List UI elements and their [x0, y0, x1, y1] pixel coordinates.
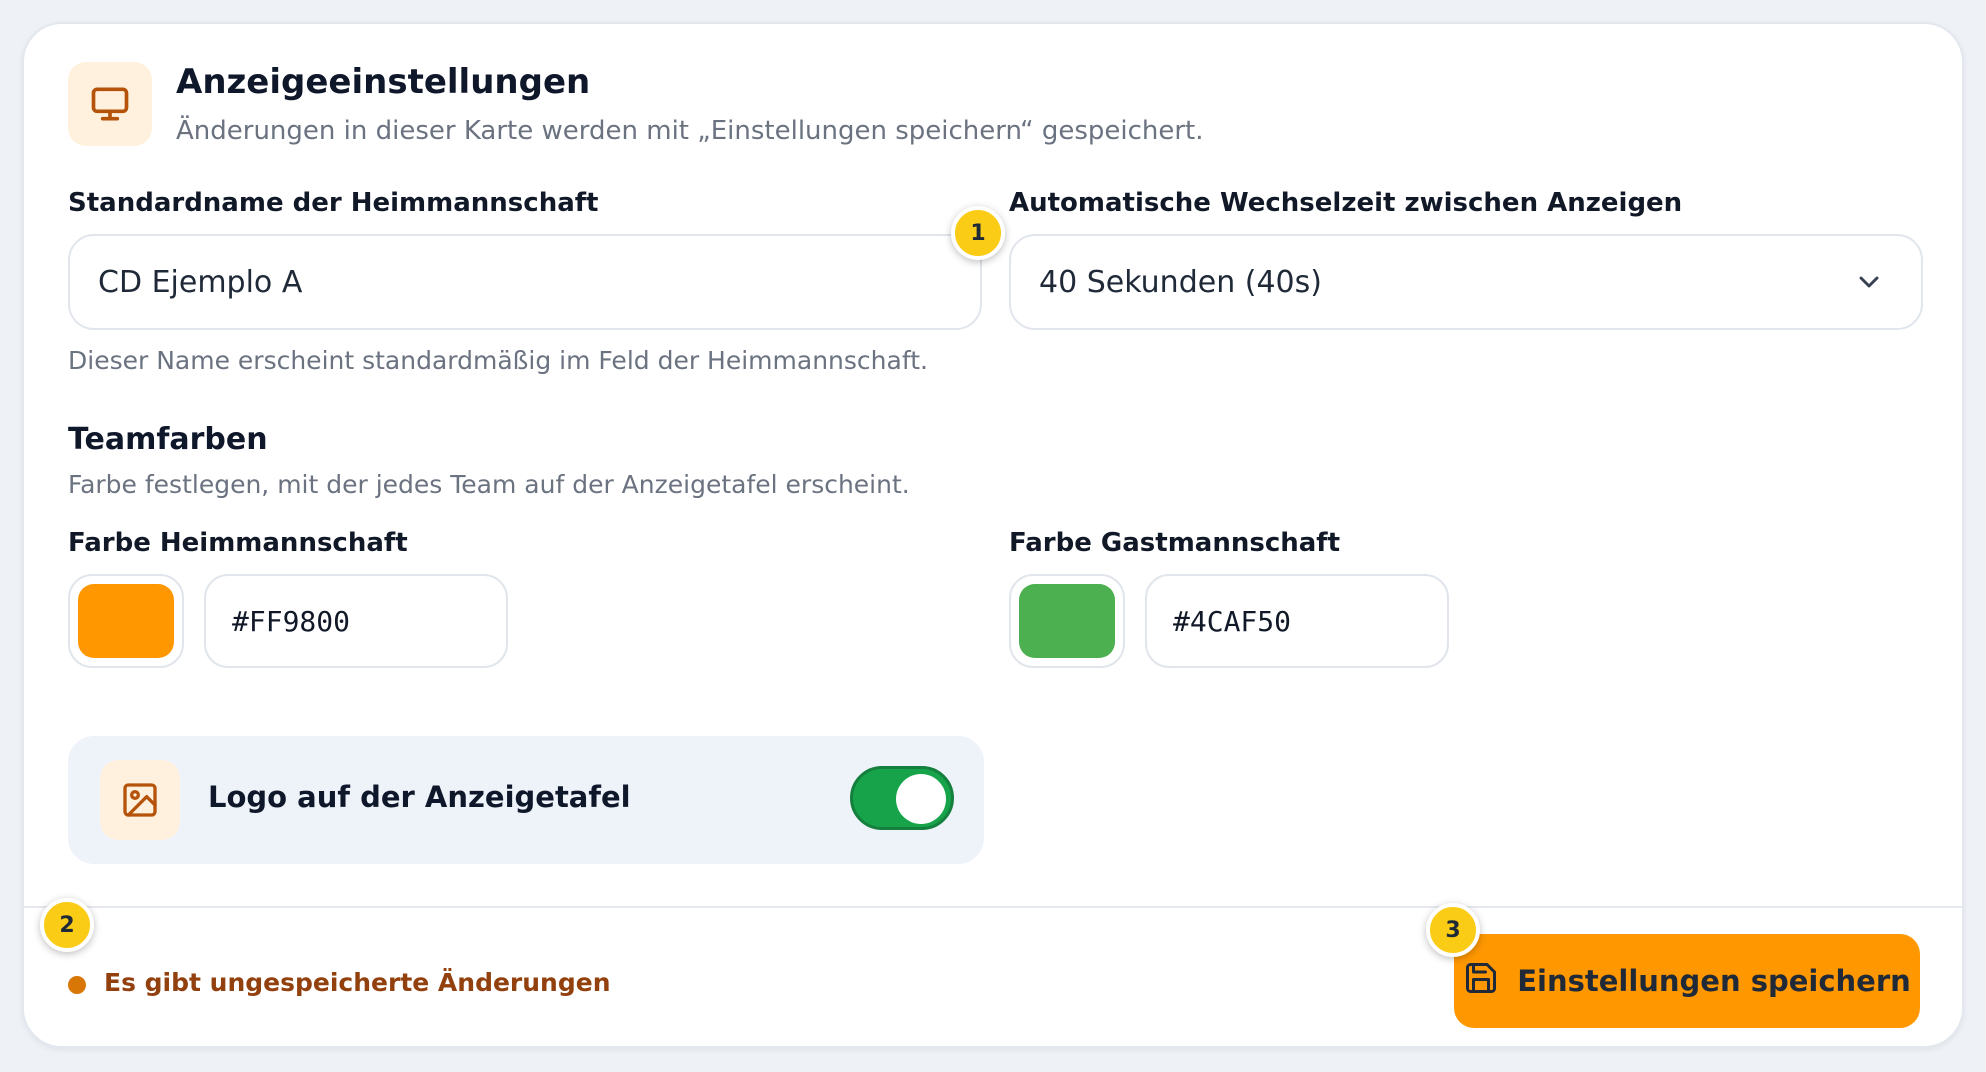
image-icon	[100, 760, 180, 840]
home-color-hex-input[interactable]: #FF9800	[204, 574, 508, 668]
toggle-knob	[896, 774, 946, 824]
away-color-hex-value: #4CAF50	[1173, 604, 1292, 638]
card-title: Anzeigeeinstellungen	[176, 62, 591, 102]
home-team-name-label: Standardname der Heimmannschaft	[68, 188, 599, 218]
logo-toggle-label: Logo auf der Anzeigetafel	[208, 780, 631, 814]
home-team-name-hint: Dieser Name erscheint standardmäßig im F…	[68, 346, 928, 375]
away-color-swatch	[1019, 584, 1115, 658]
away-color-label: Farbe Gastmannschaft	[1009, 528, 1341, 558]
card-footer: Es gibt ungespeicherte Änderungen Einste…	[24, 906, 1962, 1046]
logo-toggle-row: Logo auf der Anzeigetafel	[68, 736, 984, 864]
home-color-swatch	[78, 584, 174, 658]
chevron-down-icon	[1853, 266, 1885, 306]
annotation-badge-2: 2	[40, 898, 94, 952]
rotation-select[interactable]: 40 Sekunden (40s)	[1009, 234, 1923, 330]
card-subtitle: Änderungen in dieser Karte werden mit „E…	[176, 116, 1204, 146]
away-color-picker[interactable]	[1009, 574, 1125, 668]
unsaved-status-dot	[68, 976, 86, 994]
unsaved-status-text: Es gibt ungespeicherte Änderungen	[104, 968, 611, 997]
save-settings-label: Einstellungen speichern	[1517, 964, 1911, 998]
annotation-badge-1: 1	[951, 206, 1005, 260]
rotation-label: Automatische Wechselzeit zwischen Anzeig…	[1009, 188, 1683, 218]
home-team-name-input[interactable]: CD Ejemplo A	[68, 234, 982, 330]
display-settings-card: Anzeigeeinstellungen Änderungen in diese…	[22, 22, 1964, 1048]
home-color-picker[interactable]	[68, 574, 184, 668]
annotation-badge-3: 3	[1426, 903, 1480, 957]
monitor-icon	[68, 62, 152, 146]
rotation-selected-value: 40 Sekunden (40s)	[1039, 264, 1322, 300]
home-team-name-value: CD Ejemplo A	[98, 264, 303, 300]
save-settings-button[interactable]: Einstellungen speichern	[1454, 934, 1920, 1028]
team-colors-title: Teamfarben	[68, 422, 268, 457]
logo-toggle-switch[interactable]	[850, 766, 954, 830]
save-icon	[1463, 960, 1499, 1003]
home-color-label: Farbe Heimmannschaft	[68, 528, 408, 558]
away-color-hex-input[interactable]: #4CAF50	[1145, 574, 1449, 668]
home-color-hex-value: #FF9800	[232, 604, 351, 638]
team-colors-description: Farbe festlegen, mit der jedes Team auf …	[68, 470, 910, 499]
